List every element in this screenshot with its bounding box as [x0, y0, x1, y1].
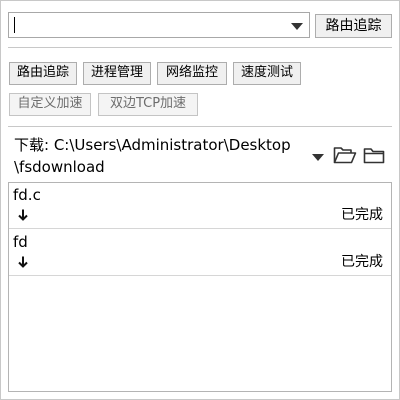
folder-icon[interactable] [363, 147, 385, 164]
tool-route-trace-button[interactable]: 路由追踪 [9, 62, 77, 85]
top-separator [8, 47, 392, 48]
route-target-combobox[interactable] [8, 12, 310, 38]
list-item[interactable]: fd 已完成 [9, 230, 391, 276]
download-status: 已完成 [341, 207, 383, 223]
list-item[interactable]: fd.c 已完成 [9, 183, 391, 229]
route-trace-button[interactable]: 路由追踪 [315, 14, 392, 38]
tool-network-monitor-button[interactable]: 网络监控 [157, 62, 227, 85]
download-status: 已完成 [341, 254, 383, 270]
tool-custom-accel-button[interactable]: 自定义加速 [9, 93, 91, 116]
tool-tcp-accel-button[interactable]: 双边TCP加速 [98, 93, 198, 116]
down-arrow-icon [18, 209, 28, 221]
text-caret [14, 17, 15, 33]
middle-separator [8, 126, 392, 127]
download-path-line1: 下载: C:\Users\Administrator\Desktop [14, 136, 291, 154]
down-arrow-icon [18, 256, 28, 268]
download-list[interactable]: fd.c 已完成 fd 已完成 [8, 182, 392, 392]
tool-process-manager-button[interactable]: 进程管理 [83, 62, 151, 85]
chevron-down-icon[interactable] [312, 154, 324, 161]
download-file-name: fd.c [13, 186, 41, 204]
tool-speed-test-button[interactable]: 速度测试 [233, 62, 301, 85]
download-path-line2: \fsdownload [14, 158, 105, 176]
download-file-name: fd [13, 233, 28, 251]
download-path-label: 下载: C:\Users\Administrator\Desktop \fsdo… [14, 134, 314, 178]
chevron-down-icon[interactable] [291, 23, 303, 30]
folder-open-icon[interactable] [333, 146, 357, 164]
